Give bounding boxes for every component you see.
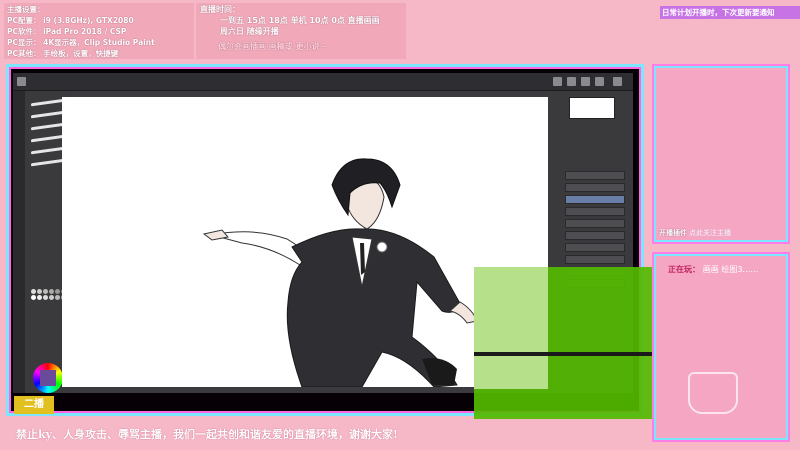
layer-row[interactable] — [565, 231, 625, 240]
eraser-icon[interactable] — [567, 77, 576, 86]
top-notice: 日常计划开播时，下次更新要通知 — [660, 6, 800, 19]
side-caption-value: 点此关注主播 — [689, 229, 731, 237]
schedule-panel: 直播时间： 一到五 15点 18点 单机 10点 0点 直播画画 周六日 随缘开… — [196, 3, 406, 59]
swatch[interactable] — [55, 289, 60, 294]
stream-watermark: 二播 — [14, 396, 54, 414]
swatch[interactable] — [37, 289, 42, 294]
schedule-line: 周六日 随缘开播 — [220, 27, 279, 36]
swatch[interactable] — [49, 289, 54, 294]
brush-preset[interactable] — [31, 134, 65, 143]
layer-row[interactable] — [565, 219, 625, 228]
green-overlay-light — [474, 267, 548, 389]
layer-row[interactable] — [565, 195, 625, 204]
menu-icon[interactable] — [17, 77, 26, 86]
layer-row[interactable] — [565, 243, 625, 252]
swatch[interactable] — [43, 295, 48, 300]
schedule-title: 直播时间： — [200, 5, 240, 14]
swatch[interactable] — [43, 289, 48, 294]
brush-preset[interactable] — [31, 110, 65, 119]
app-toolbar — [13, 73, 633, 91]
layer-row[interactable] — [565, 255, 625, 264]
bottom-notice: 禁止ky、人身攻击、辱骂主播，我们一起共创和谐友爱的直播环境，谢谢大家! — [16, 428, 398, 441]
layer-row[interactable] — [565, 207, 625, 216]
swatch[interactable] — [37, 295, 42, 300]
navigator-thumbnail[interactable] — [569, 97, 615, 119]
now-playing-value: 画画 绘图3…… — [702, 265, 759, 274]
settings-icon[interactable] — [613, 77, 622, 86]
blank-panel — [408, 3, 658, 59]
cup-icon — [688, 372, 738, 414]
swatch[interactable] — [55, 295, 60, 300]
now-playing: 正在玩： 画画 绘图3…… — [668, 264, 758, 275]
swatch[interactable] — [31, 289, 36, 294]
layer-row[interactable] — [565, 183, 625, 192]
color-wheel[interactable] — [33, 363, 63, 393]
host-settings-row: PC显示： 4K显示器，Clip Studio Paint — [7, 38, 155, 47]
undo-icon[interactable] — [581, 77, 590, 86]
host-settings-panel: 主播设置： PC配置： i9 (3.8GHz), GTX2080 PC软件： i… — [4, 3, 194, 59]
brush-preset[interactable] — [31, 122, 65, 131]
redo-icon[interactable] — [595, 77, 604, 86]
swatch[interactable] — [49, 295, 54, 300]
layer-row[interactable] — [565, 171, 625, 180]
brush-preset[interactable] — [31, 158, 65, 167]
swatch[interactable] — [31, 295, 36, 300]
host-settings-label: 主播设置： — [7, 5, 45, 14]
host-settings-row: PC配置： i9 (3.8GHz), GTX2080 — [7, 16, 134, 25]
brush-preset[interactable] — [31, 146, 65, 155]
host-settings-row: PC软件： iPad Pro 2018 / CSP — [7, 27, 127, 36]
color-picker-square[interactable] — [40, 370, 56, 386]
tool-strip[interactable] — [13, 91, 25, 393]
host-settings-row: PC其他： 手绘板，设置，快捷键 — [7, 49, 119, 58]
pen-icon[interactable] — [553, 77, 562, 86]
side-frame-top — [652, 64, 790, 244]
brush-preset[interactable] — [31, 98, 65, 107]
now-playing-label: 正在玩： — [668, 265, 700, 274]
schedule-line: 一到五 15点 18点 单机 10点 0点 直播画画 — [220, 16, 380, 25]
side-caption: 开播插件 — [659, 229, 687, 237]
schedule-line: 偶尔会画插画 画稿或 更小说~ — [218, 42, 327, 51]
color-swatches[interactable] — [31, 289, 66, 300]
